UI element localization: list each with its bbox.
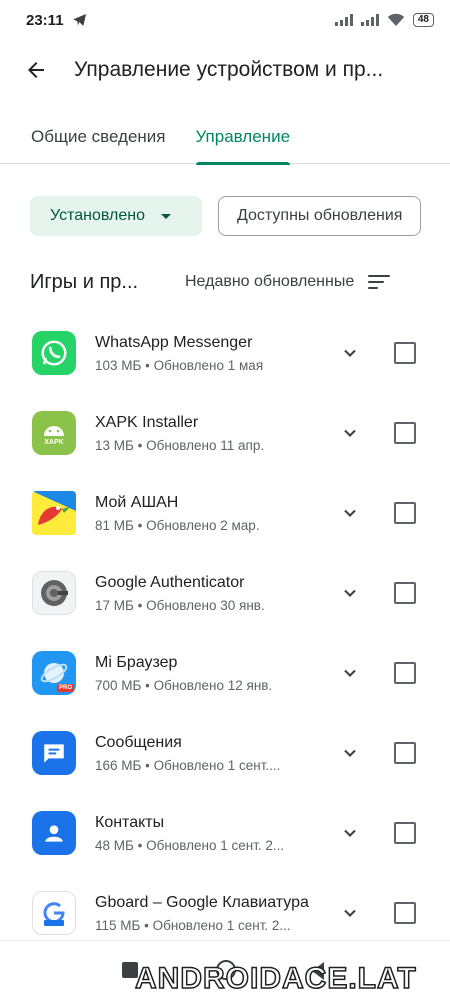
select-checkbox[interactable] [394,902,416,924]
expand-chevron-icon[interactable] [338,581,362,605]
select-checkbox[interactable] [394,502,416,524]
app-meta: 13 МБ • Обновлено 11 апр. [95,437,265,453]
authenticator-icon [32,571,76,615]
list-item[interactable]: PRO Mi Браузер 700 МБ • Обновлено 12 янв… [0,633,450,713]
app-meta: 81 МБ • Обновлено 2 мар. [95,517,260,533]
app-name: Контакты [95,813,165,831]
telegram-icon [72,14,86,26]
signal-icon [334,14,353,26]
status-icons: 48 [334,13,434,27]
status-time: 23:11 [26,11,64,29]
filter-chips: Установлено Доступны обновления [30,196,422,236]
list-item[interactable]: Сообщения 166 МБ • Обновлено 1 сент.... [0,713,450,793]
pro-badge: PRO [56,684,74,692]
expand-chevron-icon[interactable] [338,901,362,925]
contacts-icon [32,811,76,855]
messages-icon [32,731,76,775]
list-item[interactable]: XAPK XAPK Installer 13 МБ • Обновлено 11… [0,393,450,473]
tab-bar: Общие сведения Управление [0,110,450,165]
select-checkbox[interactable] [394,662,416,684]
sort-icon[interactable] [368,270,392,294]
signal-icon-2 [360,14,379,26]
app-name: Мой АШАН [95,493,179,511]
expand-chevron-icon[interactable] [338,741,362,765]
select-checkbox[interactable] [394,422,416,444]
xapk-label: XAPK [44,438,64,446]
select-checkbox[interactable] [394,742,416,764]
app-list: WhatsApp Messenger 103 МБ • Обновлено 1 … [0,313,450,953]
app-name: XAPK Installer [95,413,199,431]
app-meta: 700 МБ • Обновлено 12 янв. [95,677,273,693]
app-name: WhatsApp Messenger [95,333,253,351]
list-item[interactable]: Мой АШАН 81 МБ • Обновлено 2 мар. [0,473,450,553]
app-name: Google Authenticator [95,573,245,591]
watermark: ANDROIDACE.LAT [134,961,417,996]
installed-filter-label: Установлено [50,207,145,224]
expand-chevron-icon[interactable] [338,661,362,685]
select-checkbox[interactable] [394,822,416,844]
app-meta: 17 МБ • Обновлено 30 янв. [95,597,265,613]
mi-browser-icon: PRO [32,651,76,695]
page-title: Управление устройством и пр... [74,58,384,81]
expand-chevron-icon[interactable] [338,421,362,445]
list-item[interactable]: Контакты 48 МБ • Обновлено 1 сент. 2... [0,793,450,873]
status-bar: 23:11 48 [0,0,450,40]
updates-available-chip[interactable]: Доступны обновления [218,196,422,236]
app-name: Gboard – Google Клавиатура [95,893,309,911]
app-meta: 166 МБ • Обновлено 1 сент.... [95,757,281,773]
app-meta: 103 МБ • Обновлено 1 мая [95,357,264,373]
select-checkbox[interactable] [394,342,416,364]
app-name: Mi Браузер [95,653,178,671]
app-name: Сообщения [95,733,182,751]
list-header: Игры и пр... Недавно обновленные [0,262,450,302]
tab-general[interactable]: Общие сведения [31,110,166,164]
expand-chevron-icon[interactable] [338,341,362,365]
dropdown-arrow-icon [160,213,171,219]
auchan-icon [32,491,76,535]
installed-filter-chip[interactable]: Установлено [30,196,202,236]
gboard-icon [32,891,76,935]
list-title: Игры и пр... [30,270,139,293]
back-arrow-icon[interactable] [6,40,66,100]
battery-icon: 48 [412,13,434,27]
sort-label[interactable]: Недавно обновленные [185,273,354,291]
whatsapp-icon [32,331,76,375]
tab-manage[interactable]: Управление [195,110,290,165]
list-item[interactable]: WhatsApp Messenger 103 МБ • Обновлено 1 … [0,313,450,393]
xapk-installer-icon: XAPK [32,411,76,455]
app-bar: Управление устройством и пр... [0,40,450,100]
expand-chevron-icon[interactable] [338,821,362,845]
select-checkbox[interactable] [394,582,416,604]
app-meta: 48 МБ • Обновлено 1 сент. 2... [95,837,285,853]
expand-chevron-icon[interactable] [338,501,362,525]
list-item[interactable]: Google Authenticator 17 МБ • Обновлено 3… [0,553,450,633]
wifi-icon [387,13,405,26]
app-meta: 115 МБ • Обновлено 1 сент. 2... [95,917,291,933]
